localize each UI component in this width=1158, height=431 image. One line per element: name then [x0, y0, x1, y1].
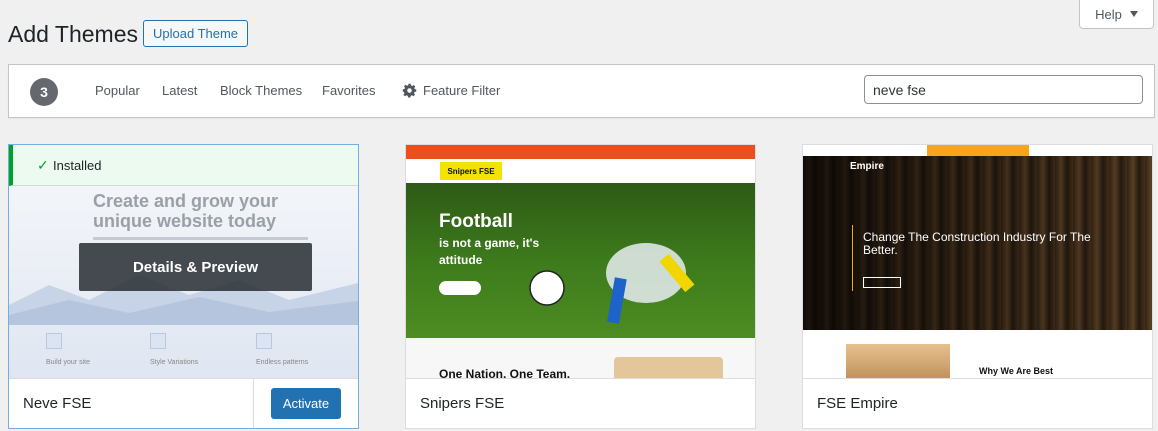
- filter-bar: 3 Popular Latest Block Themes Favorites …: [8, 64, 1155, 118]
- filter-popular[interactable]: Popular: [95, 83, 140, 98]
- filter-latest[interactable]: Latest: [162, 83, 197, 98]
- activate-button[interactable]: Activate: [271, 388, 341, 419]
- preview-headline: Change The Construction Industry For The…: [863, 230, 1091, 257]
- preview-lower-title: Why We Are Best: [979, 366, 1054, 376]
- preview-topbar: [406, 145, 755, 159]
- preview-subline: is not a game, it's attitude: [439, 236, 540, 267]
- preview-logo: Snipers FSE: [440, 162, 502, 180]
- theme-name: FSE Empire: [817, 395, 898, 412]
- preview-lower-title: One Nation. One Team.: [439, 367, 571, 378]
- checkmark-icon: ✓: [37, 157, 49, 173]
- preview-photo: [614, 357, 723, 378]
- preview-headline: Create and grow your unique website toda…: [93, 191, 279, 231]
- preview-subtext: [93, 237, 308, 240]
- help-label: Help: [1095, 6, 1122, 22]
- theme-name: Snipers FSE: [420, 395, 505, 412]
- feature-label: Endless patterns: [256, 359, 309, 366]
- preview-photo: [846, 344, 950, 378]
- feature-label: Build your site: [46, 359, 90, 366]
- theme-count-badge: 3: [30, 78, 58, 106]
- filter-favorites[interactable]: Favorites: [322, 83, 375, 98]
- feature-icon: [150, 333, 166, 349]
- theme-footer: Snipers FSE: [406, 378, 755, 428]
- theme-screenshot[interactable]: Snipers FSE Football is not a game, it's…: [406, 145, 755, 378]
- preview-accent-line: [852, 225, 853, 291]
- preview-social-strip: [927, 145, 1029, 156]
- theme-screenshot[interactable]: Create and grow your unique website toda…: [9, 145, 358, 378]
- upload-theme-button[interactable]: Upload Theme: [143, 20, 249, 47]
- theme-footer: Neve FSE Activate: [9, 378, 358, 428]
- theme-search-input[interactable]: [864, 75, 1143, 104]
- feature-icon: [46, 333, 62, 349]
- page-title: Add Themes: [8, 21, 138, 47]
- preview-brand: Empire: [850, 161, 884, 172]
- footer-divider: [253, 379, 254, 428]
- theme-card-fse-empire[interactable]: Empire Change The Construction Industry …: [802, 144, 1153, 429]
- theme-footer: FSE Empire: [803, 378, 1152, 428]
- help-button[interactable]: Help: [1079, 0, 1154, 29]
- feature-filter-button[interactable]: Feature Filter: [423, 83, 500, 98]
- gear-icon[interactable]: [402, 83, 417, 98]
- installed-label: Installed: [53, 157, 102, 173]
- installed-notice: ✓ Installed: [9, 145, 358, 186]
- preview-cta: [863, 277, 901, 288]
- theme-card-neve-fse[interactable]: Create and grow your unique website toda…: [8, 144, 359, 429]
- theme-screenshot[interactable]: Empire Change The Construction Industry …: [803, 145, 1152, 378]
- caret-down-icon: [1129, 11, 1138, 17]
- preview-cta: [439, 281, 481, 295]
- theme-card-snipers-fse[interactable]: Snipers FSE Football is not a game, it's…: [405, 144, 756, 429]
- details-preview-button[interactable]: Details & Preview: [79, 243, 312, 291]
- filter-block-themes[interactable]: Block Themes: [220, 83, 302, 98]
- theme-name: Neve FSE: [23, 395, 92, 412]
- preview-headline: Football: [439, 211, 513, 232]
- feature-icon: [256, 333, 272, 349]
- feature-label: Style Variations: [150, 359, 199, 366]
